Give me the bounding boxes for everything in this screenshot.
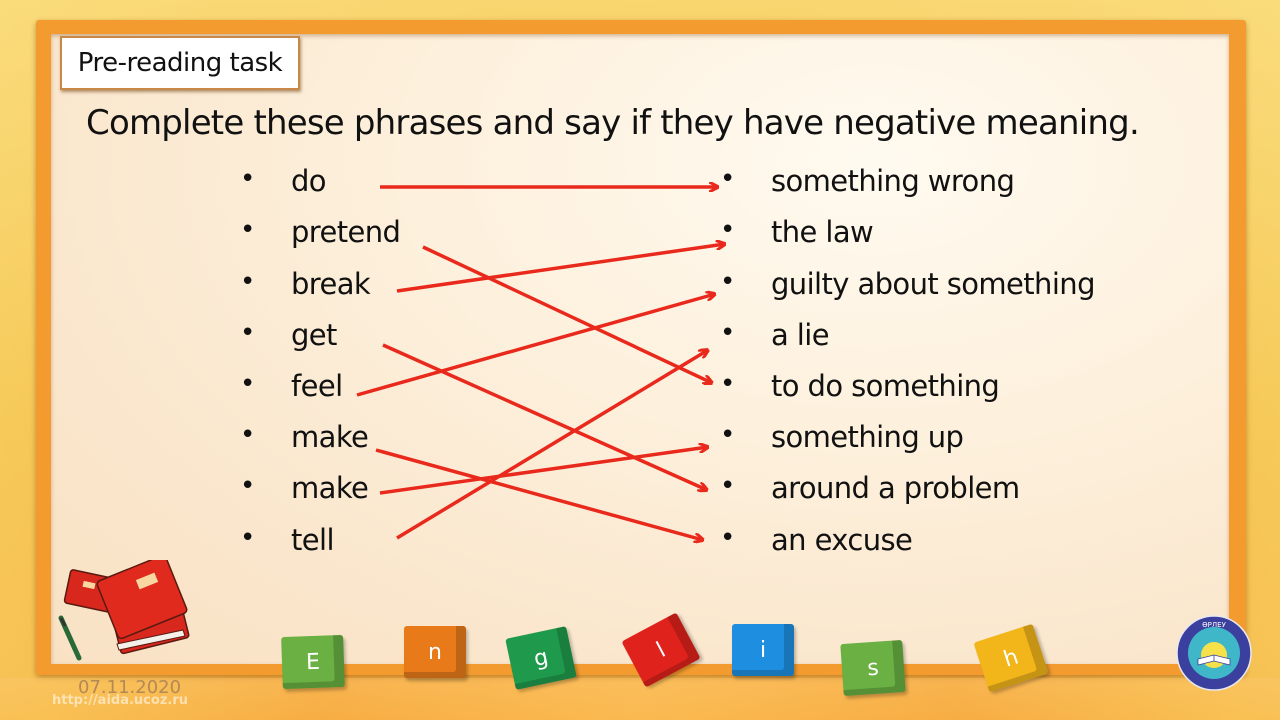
letter-cube-icon: h (973, 623, 1049, 693)
orleu-emblem-icon: ӨРЛЕУ (1176, 615, 1252, 691)
letter-cube-icon: s (840, 639, 906, 697)
letter-cube-icon: g (505, 626, 577, 690)
letter-cube-icon: i (732, 624, 794, 676)
english-letter-cubes: Englis h (0, 0, 1280, 720)
letter-cube-icon: E (281, 634, 345, 690)
watermark-url: http://aida.ucoz.ru (52, 693, 188, 708)
letter-cube-icon: l (621, 612, 701, 688)
logo-text: ӨРЛЕУ (1202, 621, 1226, 629)
letter-cube-icon: n (404, 626, 466, 678)
